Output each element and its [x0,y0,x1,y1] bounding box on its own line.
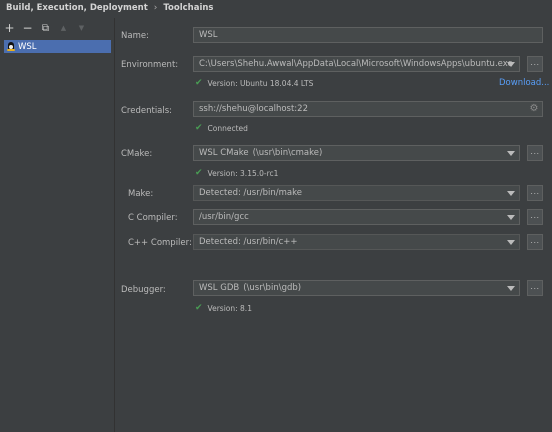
toolchain-item-label: WSL [18,41,37,52]
copy-icon[interactable]: ⧉ [40,23,51,34]
name-value: WSL [199,30,218,40]
cmake-browse-button[interactable]: ... [527,145,543,161]
move-down-icon[interactable]: ▼ [76,23,87,34]
check-icon: ✔ [195,168,203,178]
chevron-down-icon [507,240,515,245]
debugger-value: WSL GDB [199,283,240,293]
download-link[interactable]: Download... [499,78,549,88]
add-icon[interactable]: + [4,22,15,34]
environment-status-text: Version: Ubuntu 18.04.4 LTS [207,78,314,88]
environment-browse-button[interactable]: ... [527,56,543,72]
chevron-down-icon [507,191,515,196]
c-compiler-dropdown[interactable]: /usr/bin/gcc [193,209,520,225]
name-input[interactable]: WSL [193,27,543,43]
cmake-label: CMake: [121,149,153,159]
environment-label: Environment: [121,60,179,70]
make-label: Make: [128,189,154,199]
cmake-dropdown[interactable]: WSL CMake (\usr\bin\cmake) [193,145,520,161]
debugger-status: ✔ Version: 8.1 [195,303,252,313]
toolchain-item-wsl[interactable]: WSL [4,40,111,53]
debugger-browse-button[interactable]: ... [527,280,543,296]
check-icon: ✔ [195,78,203,88]
chevron-down-icon [507,215,515,220]
c-compiler-label: C Compiler: [128,213,178,223]
make-browse-button[interactable]: ... [527,185,543,201]
breadcrumb-separator-icon: › [153,3,158,13]
cmake-path: (\usr\bin\cmake) [252,148,323,158]
debugger-label: Debugger: [121,285,166,295]
cmake-value: WSL CMake [199,148,249,158]
credentials-label: Credentials: [121,106,173,116]
c-compiler-value: /usr/bin/gcc [199,212,249,222]
credentials-field[interactable]: ssh://shehu@localhost:22 ⚙ [193,101,543,117]
remove-icon[interactable]: − [22,22,33,34]
cpp-compiler-label: C++ Compiler: [128,238,192,248]
make-placeholder: Detected: /usr/bin/make [199,188,302,198]
environment-status: ✔ Version: Ubuntu 18.04.4 LTS [195,78,313,88]
toolchain-toolbar: + − ⧉ ▲ ▼ [4,22,87,34]
chevron-down-icon [507,62,515,67]
check-icon: ✔ [195,303,203,313]
chevron-down-icon [507,151,515,156]
make-dropdown[interactable]: Detected: /usr/bin/make [193,185,520,201]
chevron-down-icon [507,286,515,291]
toolchain-list-panel: + − ⧉ ▲ ▼ WSL [0,18,115,432]
name-label: Name: [121,31,149,41]
cmake-status-text: Version: 3.15.0-rc1 [207,168,279,178]
debugger-status-text: Version: 8.1 [207,303,252,313]
cmake-status: ✔ Version: 3.15.0-rc1 [195,168,278,178]
debugger-path: (\usr\bin\gdb) [243,283,302,293]
gear-icon[interactable]: ⚙ [529,104,539,114]
breadcrumb: Build, Execution, Deployment › Toolchain… [6,2,214,14]
check-icon: ✔ [195,123,203,133]
environment-value: C:\Users\Shehu.Awwal\AppData\Local\Micro… [199,59,513,69]
credentials-value: ssh://shehu@localhost:22 [199,104,308,114]
cpp-compiler-placeholder: Detected: /usr/bin/c++ [199,237,298,247]
cpp-compiler-dropdown[interactable]: Detected: /usr/bin/c++ [193,234,520,250]
c-compiler-browse-button[interactable]: ... [527,209,543,225]
linux-tux-icon [7,42,15,51]
credentials-status-text: Connected [207,123,248,133]
breadcrumb-parent[interactable]: Build, Execution, Deployment [6,3,148,13]
cpp-compiler-browse-button[interactable]: ... [527,234,543,250]
debugger-dropdown[interactable]: WSL GDB (\usr\bin\gdb) [193,280,520,296]
environment-dropdown[interactable]: C:\Users\Shehu.Awwal\AppData\Local\Micro… [193,56,520,72]
move-up-icon[interactable]: ▲ [58,23,69,34]
credentials-status: ✔ Connected [195,123,248,133]
breadcrumb-current: Toolchains [163,3,214,13]
